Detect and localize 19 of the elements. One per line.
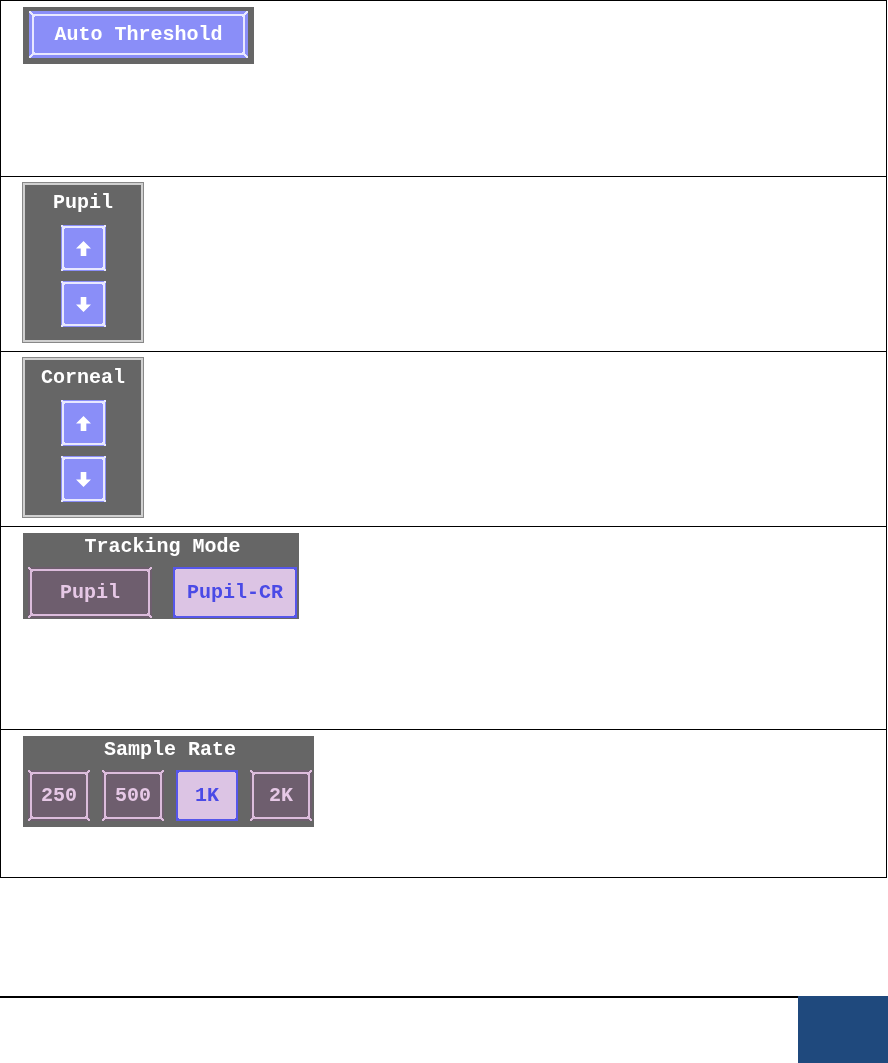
- up-button[interactable]: [60, 400, 106, 446]
- down-button[interactable]: [60, 281, 106, 327]
- option-button[interactable]: 2K: [250, 770, 312, 821]
- option-button[interactable]: 250: [28, 770, 90, 821]
- down-arrow-icon: [75, 296, 91, 312]
- down-button[interactable]: [60, 456, 106, 502]
- option-button[interactable]: 1K: [176, 770, 238, 821]
- option-button[interactable]: Pupil-CR: [173, 567, 297, 618]
- action-button[interactable]: Auto Threshold: [29, 11, 248, 58]
- panel-title: Tracking Mode: [83, 534, 242, 560]
- up-button[interactable]: [60, 225, 106, 271]
- down-arrow-icon: [75, 471, 91, 487]
- option-button[interactable]: 500: [102, 770, 164, 821]
- up-arrow-icon: [75, 415, 91, 431]
- option-button[interactable]: Pupil: [28, 567, 152, 618]
- panel-title: Sample Rate: [103, 737, 237, 763]
- up-arrow-icon: [75, 240, 91, 256]
- panel-title: Corneal: [41, 366, 125, 390]
- panel-title: Pupil: [53, 191, 113, 215]
